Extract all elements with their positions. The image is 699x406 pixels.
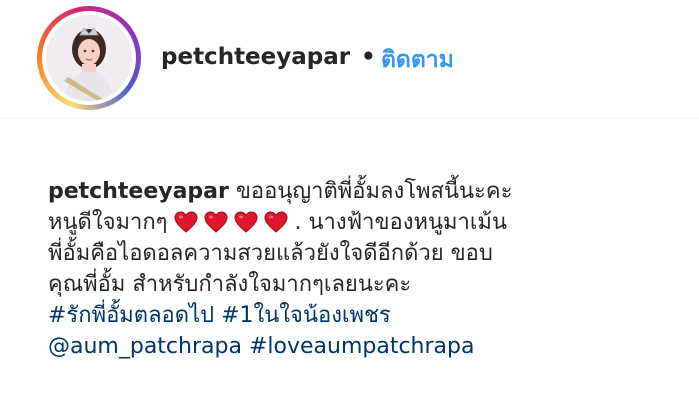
- caption-text-2: หนูดีใจมากๆ: [48, 210, 175, 235]
- avatar-border: [42, 11, 136, 105]
- separator-dot: •: [361, 44, 376, 70]
- hashtag-link[interactable]: #loveaumpatchrapa: [249, 334, 475, 359]
- heart-icon: [234, 211, 258, 233]
- caption-text-2b: . นางฟ้าของหนูมาเม้น: [294, 210, 507, 235]
- heart-icon: [174, 211, 198, 233]
- heart-icon: [264, 211, 288, 233]
- post-header: petchteeyapar • ติดตาม: [0, 0, 699, 118]
- avatar[interactable]: [46, 15, 132, 101]
- hashtag-link[interactable]: #รักพี่อั้มตลอดไป: [48, 303, 214, 328]
- caption-text-3: พี่อั้มคือไอดอลความสวยแล้วยังใจดีอีกด้วย…: [48, 241, 493, 266]
- caption-line-2: หนูดีใจมากๆ . นางฟ้าของหนูมาเม้น: [48, 207, 688, 238]
- mention-link[interactable]: @aum_patchrapa: [48, 334, 242, 359]
- caption-line-1: petchteeyapar ขออนุญาติพี่อั้มลงโพสนี้นะ…: [48, 176, 688, 207]
- avatar-image: [46, 15, 132, 101]
- hashtag-link[interactable]: #1ในใจน้องเพชร: [221, 303, 391, 328]
- header-username[interactable]: petchteeyapar: [161, 44, 350, 70]
- caption-username[interactable]: petchteeyapar: [48, 179, 229, 204]
- header-divider: [0, 118, 699, 119]
- story-ring[interactable]: [37, 6, 141, 110]
- caption-line-6: @aum_patchrapa #loveaumpatchrapa: [48, 331, 688, 362]
- caption-line-4: คุณพี่อั้ม สำหรับกำลังใจมากๆเลยนะคะ: [48, 269, 688, 300]
- caption-text-1: ขออนุญาติพี่อั้มลงโพสนี้นะคะ: [228, 179, 513, 204]
- caption-line-3: พี่อั้มคือไอดอลความสวยแล้วยังใจดีอีกด้วย…: [48, 238, 688, 269]
- post-caption: petchteeyapar ขออนุญาติพี่อั้มลงโพสนี้นะ…: [48, 176, 688, 362]
- caption-text-4: คุณพี่อั้ม สำหรับกำลังใจมากๆเลยนะคะ: [48, 272, 412, 297]
- follow-button[interactable]: ติดตาม: [381, 42, 454, 78]
- heart-icon: [204, 211, 228, 233]
- caption-line-5: #รักพี่อั้มตลอดไป #1ในใจน้องเพชร: [48, 300, 688, 331]
